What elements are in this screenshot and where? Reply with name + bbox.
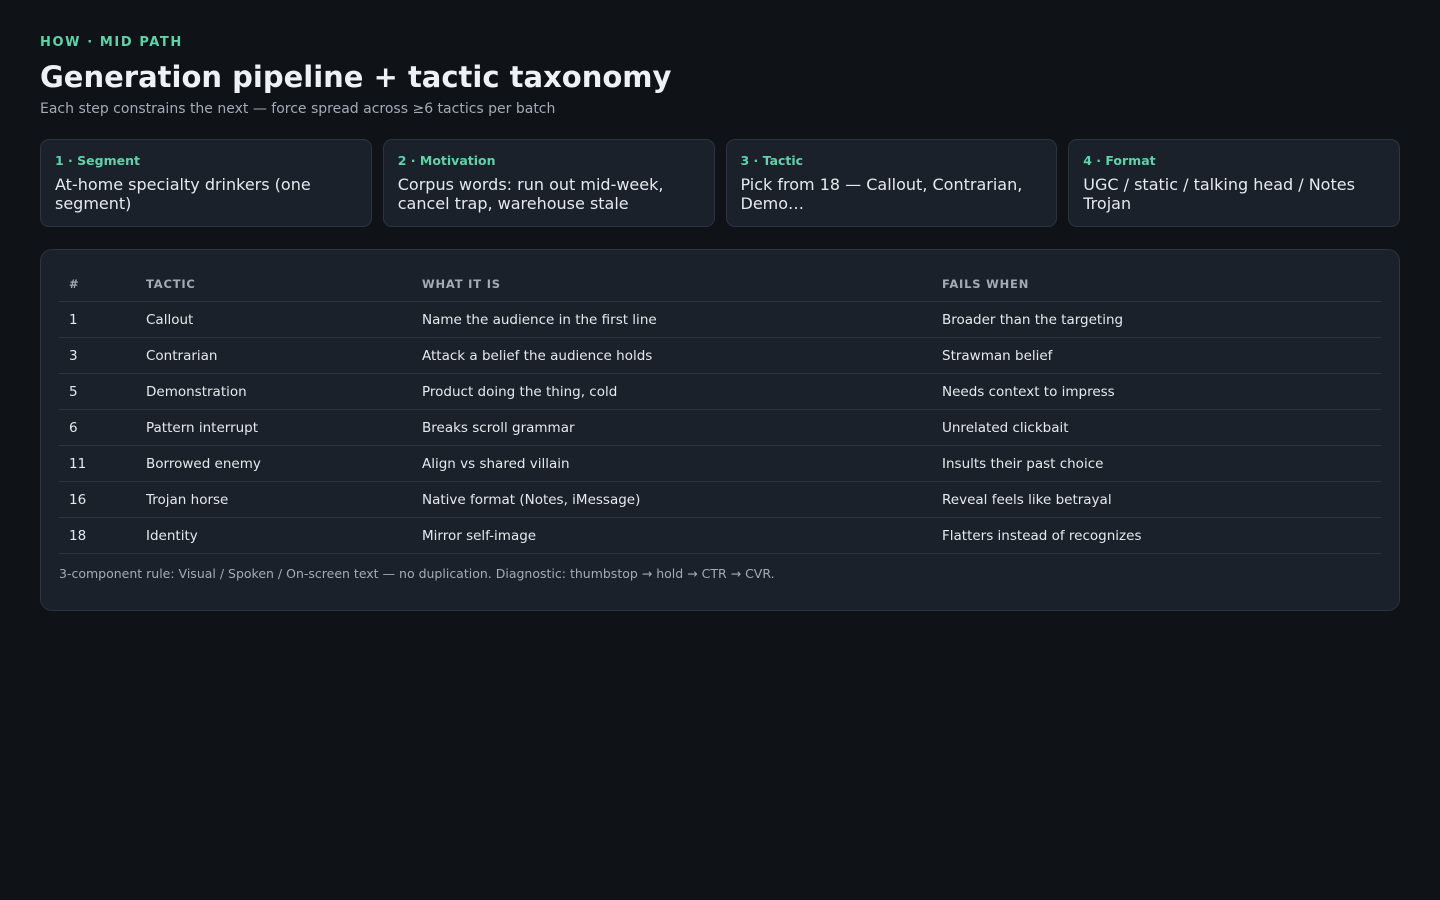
cell-what-it-is: Mirror self-image (412, 517, 932, 554)
table-row: 18 Identity Mirror self-image Flatters i… (59, 517, 1381, 554)
cell-tactic: Callout (136, 301, 412, 338)
cell-tactic: Borrowed enemy (136, 445, 412, 482)
cell-fails-when: Needs context to impress (932, 373, 1381, 410)
cell-number: 11 (59, 445, 136, 482)
cell-fails-when: Flatters instead of recognizes (932, 517, 1381, 554)
pipeline-steps: 1 · Segment At-home specialty drinkers (… (40, 139, 1400, 227)
cell-tactic: Pattern interrupt (136, 409, 412, 446)
cell-fails-when: Reveal feels like betrayal (932, 481, 1381, 518)
table-row: 3 Contrarian Attack a belief the audienc… (59, 337, 1381, 374)
page: HOW · MID PATH Generation pipeline + tac… (0, 0, 1440, 900)
table-row: 5 Demonstration Product doing the thing,… (59, 373, 1381, 410)
table-header-row: # TACTIC WHAT IT IS FAILS WHEN (59, 266, 1381, 302)
tactic-table: # TACTIC WHAT IT IS FAILS WHEN 1 Callout… (59, 266, 1381, 554)
step-text: UGC / static / talking head / Notes Troj… (1083, 175, 1355, 213)
step-card-motivation: 2 · Motivation Corpus words: run out mid… (382, 139, 715, 227)
table-row: 1 Callout Name the audience in the first… (59, 301, 1381, 338)
cell-fails-when: Insults their past choice (932, 445, 1381, 482)
tactic-table-panel: # TACTIC WHAT IT IS FAILS WHEN 1 Callout… (40, 249, 1400, 611)
step-label: 1 · Segment (55, 153, 140, 168)
cell-what-it-is: Native format (Notes, iMessage) (412, 481, 932, 518)
cell-number: 18 (59, 517, 136, 554)
cell-what-it-is: Align vs shared villain (412, 445, 932, 482)
step-text: Corpus words: run out mid-week, cancel t… (397, 175, 664, 213)
eyebrow: HOW · MID PATH (40, 35, 183, 50)
step-label: 2 · Motivation (397, 153, 496, 168)
step-label: 3 · Tactic (740, 153, 804, 168)
column-header-fails-when: FAILS WHEN (932, 266, 1381, 302)
column-header-number: # (59, 266, 136, 302)
step-text: At-home specialty drinkers (one segment) (55, 175, 311, 213)
page-subtitle: Each step constrains the next — force sp… (40, 101, 556, 117)
cell-fails-when: Broader than the targeting (932, 301, 1381, 338)
cell-number: 3 (59, 337, 136, 374)
cell-what-it-is: Product doing the thing, cold (412, 373, 932, 410)
cell-tactic: Demonstration (136, 373, 412, 410)
cell-number: 6 (59, 409, 136, 446)
cell-tactic: Trojan horse (136, 481, 412, 518)
cell-fails-when: Unrelated clickbait (932, 409, 1381, 446)
cell-what-it-is: Breaks scroll grammar (412, 409, 932, 446)
table-row: 16 Trojan horse Native format (Notes, iM… (59, 481, 1381, 518)
step-text: Pick from 18 — Callout, Contrarian, Demo… (740, 175, 1023, 213)
cell-tactic: Contrarian (136, 337, 412, 374)
step-card-segment: 1 · Segment At-home specialty drinkers (… (40, 139, 372, 227)
column-header-what-it-is: WHAT IT IS (412, 266, 932, 302)
cell-number: 1 (59, 301, 136, 338)
cell-fails-when: Strawman belief (932, 337, 1381, 374)
table-row: 6 Pattern interrupt Breaks scroll gramma… (59, 409, 1381, 446)
cell-what-it-is: Attack a belief the audience holds (412, 337, 932, 374)
step-card-format: 4 · Format UGC / static / talking head /… (1068, 139, 1400, 227)
step-label: 4 · Format (1083, 153, 1156, 168)
step-card-tactic: 3 · Tactic Pick from 18 — Callout, Contr… (725, 139, 1058, 227)
page-title: Generation pipeline + tactic taxonomy (40, 60, 672, 94)
cell-what-it-is: Name the audience in the first line (412, 301, 932, 338)
table-row: 11 Borrowed enemy Align vs shared villai… (59, 445, 1381, 482)
footnote: 3-component rule: Visual / Spoken / On-s… (59, 566, 775, 581)
cell-tactic: Identity (136, 517, 412, 554)
cell-number: 16 (59, 481, 136, 518)
column-header-tactic: TACTIC (136, 266, 412, 302)
cell-number: 5 (59, 373, 136, 410)
